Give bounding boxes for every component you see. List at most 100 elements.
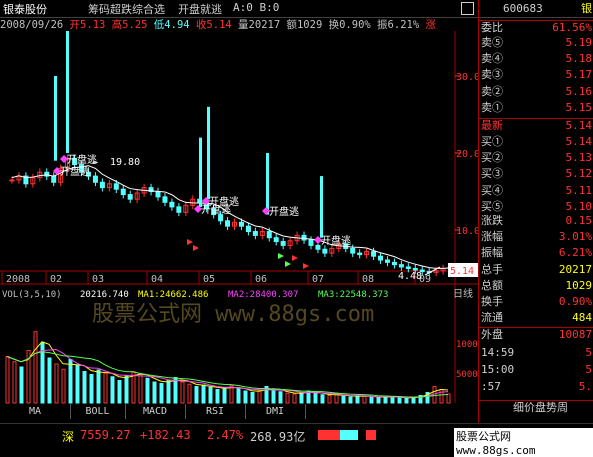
price-axis-label-2: 10.00 [456, 226, 478, 237]
sell-row-3-value: 5.17 [565, 68, 593, 82]
tab-ma[interactable]: MA [0, 404, 71, 419]
tab-rsi[interactable]: RSI [185, 404, 246, 419]
tab-dmi[interactable]: DMI [245, 404, 306, 419]
breadth-bar [318, 430, 358, 440]
high-label: 高 [111, 19, 123, 31]
buy-row-4: 买④ 5.11 [479, 184, 593, 198]
vol-bar-35 [250, 392, 255, 404]
stat-row-5: 换手 0.90% [479, 295, 593, 309]
stat-row-5-label: 换手 [481, 295, 503, 308]
vol-bar-9 [68, 359, 73, 404]
vol-ma10-line [6, 351, 449, 398]
tick-row-2-label: :57 [481, 380, 501, 393]
sell-row-4: 卖④ 5.18 [479, 52, 593, 66]
arrow-marker-4 [292, 255, 298, 261]
stat-row-4: 总额 1029 [479, 279, 593, 293]
signal-spike-4 [266, 153, 269, 215]
formula-menu[interactable]: 筹码超跌综合选 [88, 1, 165, 17]
amt-label: 额 [286, 19, 297, 31]
vol-bar-56 [397, 397, 402, 404]
stat-row-6-value: 484 [572, 311, 592, 325]
signal-spike-2 [199, 137, 202, 207]
buy-row-3: 买③ 5.12 [479, 167, 593, 181]
panel-footer-label[interactable]: 细价盘势周 [513, 401, 568, 415]
outer-label: 外盘 [481, 328, 503, 341]
candle-body-39 [280, 241, 286, 246]
candle-body-37 [266, 231, 272, 239]
sell-row-5: 卖⑤ 5.19 [479, 36, 593, 50]
vol-bar-39 [278, 391, 283, 404]
vol-bar-42 [299, 392, 304, 404]
vol-bar-13 [96, 369, 101, 404]
stat-row-6-label: 流通 [481, 311, 503, 325]
indicator-tabs: MA BOLL MACD RSI DMI [0, 404, 478, 419]
turn-value: 0.90% [339, 19, 371, 31]
stat-row-2-value: 6.21% [558, 246, 592, 260]
time-axis-label-7: 08 [362, 274, 374, 285]
stock-title[interactable]: 银泰股份 [3, 1, 47, 17]
tab-macd[interactable]: MACD [125, 404, 186, 419]
stat-row-3-value: 20217 [558, 262, 592, 276]
candle-body-38 [273, 237, 279, 243]
signal-label-0: 开盘逃 [60, 165, 90, 178]
vol-bar-24 [173, 377, 178, 404]
vol-bar-2 [19, 366, 24, 404]
vol-bar-14 [103, 372, 108, 404]
bias-value: 61.56% [552, 21, 592, 34]
index-pct: 2.47% [207, 428, 244, 442]
box-icon[interactable] [461, 2, 474, 15]
candle-body-52 [371, 251, 377, 257]
candle-body-50 [357, 252, 363, 256]
candle-body-35 [252, 231, 258, 236]
buy-row-4-value: 5.11 [565, 183, 593, 197]
alert-icon[interactable] [366, 430, 376, 440]
vol-bar-52 [369, 396, 374, 404]
candle-body-56 [398, 264, 404, 268]
vol-bar-38 [271, 389, 276, 404]
quote-info-line: 2008/09/26 开5.13 高5.25 低4.94 收5.14 量2021… [0, 17, 478, 31]
stat-row-5-value: 0.90% [558, 295, 592, 308]
vol-bar-19 [138, 374, 143, 404]
vol-axis-label-1: 50000 [456, 370, 478, 380]
flag-readout: A:0 B:0 [233, 1, 280, 14]
candle-body-16 [120, 188, 126, 196]
signal-spike-1 [66, 31, 69, 153]
signal-menu[interactable]: 开盘就逃 [178, 1, 222, 17]
tab-boll[interactable]: BOLL [70, 404, 126, 419]
candlestick-chart[interactable]: 30.0020.0010.0020080203040506070809日线开盘逃… [0, 31, 478, 427]
ma-line [11, 165, 451, 269]
vol-bar-12 [89, 374, 94, 404]
vol-bar-49 [348, 396, 353, 404]
sell-row-2: 卖② 5.16 [479, 85, 593, 99]
arrow-marker-5 [303, 263, 309, 269]
trend-label: 涨 [425, 19, 436, 31]
candle-body-55 [391, 261, 397, 266]
vol-bar-22 [159, 383, 164, 404]
tick-row-2: :57 5. [479, 380, 593, 394]
vol-header: VOL(3,5,10) [2, 290, 62, 300]
candle-body-42 [301, 234, 307, 241]
sell-row-2-value: 5.16 [565, 84, 593, 98]
last-value: 5.14 [565, 119, 593, 132]
bias-label: 委比 [481, 21, 503, 34]
buy-row-3-label: 买③ [481, 167, 503, 181]
stat-row-0-label: 涨跌 [481, 214, 503, 227]
time-axis-label-2: 03 [92, 274, 104, 285]
vol-bar-63 [446, 393, 451, 404]
buy-row-5-value: 5.10 [565, 199, 593, 213]
tick-row-0-label: 14:59 [481, 346, 515, 359]
arrow-marker-3 [285, 261, 291, 267]
candle-body-15 [113, 183, 119, 190]
candle-body-31 [225, 220, 231, 227]
panel-footer[interactable]: 细价盘势周 [479, 400, 593, 417]
buy-row-2-value: 5.13 [565, 151, 593, 165]
sell-row-1-label: 卖① [481, 100, 503, 114]
candle-body-45 [322, 248, 328, 254]
arrow-marker-0 [187, 239, 193, 245]
vol-bar-36 [257, 389, 262, 404]
vol-bar-15 [110, 376, 115, 404]
vol-bar-4 [33, 331, 38, 404]
stat-row-2-label: 振幅 [481, 246, 503, 260]
buy-row-2: 买② 5.13 [479, 151, 593, 165]
buy-row-3-value: 5.12 [565, 167, 593, 181]
